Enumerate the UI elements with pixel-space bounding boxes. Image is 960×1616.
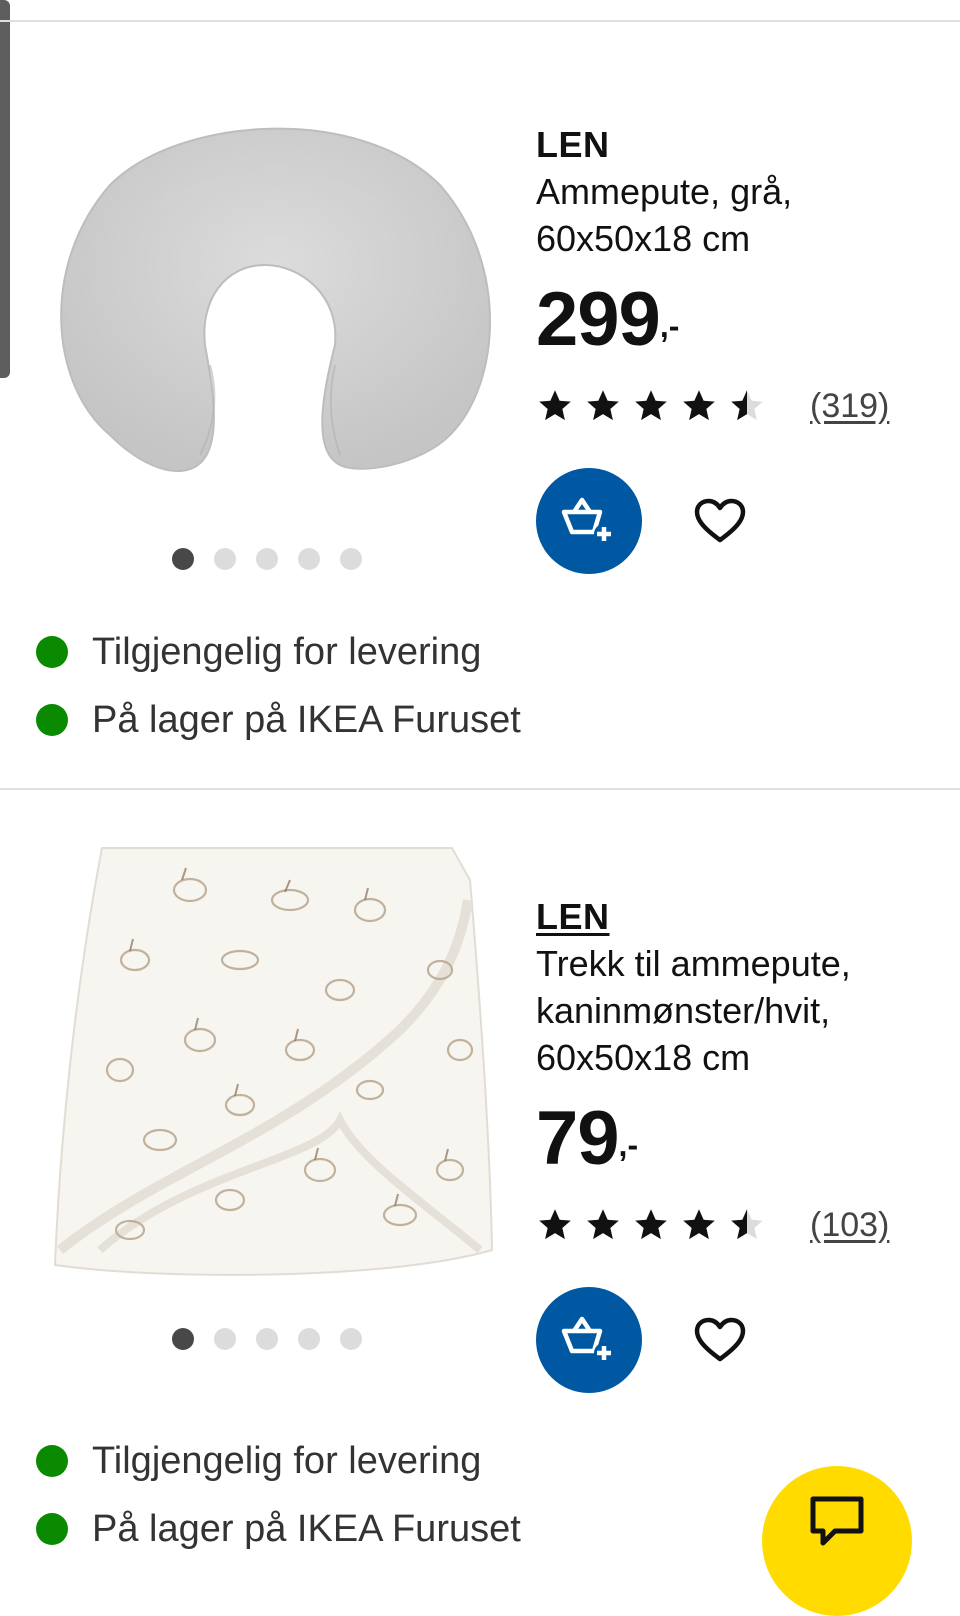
carousel-dot[interactable] [340,548,362,570]
price-value: 79 [536,1096,620,1181]
divider [0,20,960,22]
carousel-dot[interactable] [172,548,194,570]
availability-store: På lager på IKEA Furuset [36,1495,521,1563]
favourite-button[interactable] [690,1310,750,1370]
product-info: LEN Ammepute, grå, 60x50x18 cm 299,- (31… [536,122,936,574]
star-icon [635,1209,667,1240]
product-brand[interactable]: LEN [536,122,936,168]
half-star-icon [731,1209,763,1240]
image-carousel-dots[interactable] [172,1328,362,1350]
favourite-button[interactable] [690,491,750,551]
add-to-cart-button[interactable] [536,1287,642,1393]
scroll-indicator[interactable] [0,0,10,378]
availability-text: På lager på IKEA Furuset [92,1507,521,1550]
product-rating[interactable]: (103) [536,1205,936,1245]
product-price: 299,- [536,280,936,360]
carousel-dot[interactable] [214,1328,236,1350]
in-stock-dot-icon [36,636,68,668]
product-image-nursing-pillow[interactable] [40,95,500,515]
carousel-dot[interactable] [172,1328,194,1350]
carousel-dot[interactable] [256,548,278,570]
review-count-link[interactable]: (319) [810,387,889,426]
availability-delivery: Tilgjengelig for levering [36,618,521,686]
divider [0,788,960,790]
product-brand[interactable]: LEN [536,894,936,940]
carousel-dot[interactable] [298,548,320,570]
product-price: 79,- [536,1099,936,1179]
star-icon [683,390,715,421]
carousel-dot[interactable] [298,1328,320,1350]
star-icon [635,390,667,421]
availability-text: På lager på IKEA Furuset [92,698,521,741]
in-stock-dot-icon [36,1445,68,1477]
pillow-cover-image [53,847,494,1276]
price-suffix: ,- [659,308,680,344]
product-rating[interactable]: (319) [536,386,936,426]
rating-stars [536,1207,766,1243]
product-description[interactable]: Trekk til ammepute, kaninmønster/hvit, 6… [536,940,936,1081]
availability-list: Tilgjengelig for levering På lager på IK… [36,618,521,754]
rating-stars [536,388,766,424]
image-carousel-dots[interactable] [172,548,362,570]
in-stock-dot-icon [36,1513,68,1545]
heart-icon [694,1317,746,1362]
star-icon [539,390,571,421]
star-icon [587,1209,619,1240]
star-icon [587,390,619,421]
availability-text: Tilgjengelig for levering [92,1439,482,1482]
chat-button[interactable] [762,1466,912,1616]
add-to-cart-button[interactable] [536,468,642,574]
availability-list: Tilgjengelig for levering På lager på IK… [36,1427,521,1563]
availability-delivery: Tilgjengelig for levering [36,1427,521,1495]
star-icon [539,1209,571,1240]
price-value: 299 [536,277,661,362]
product-actions [536,1287,936,1393]
product-description[interactable]: Ammepute, grå, 60x50x18 cm [536,168,936,262]
availability-store: På lager på IKEA Furuset [36,686,521,754]
star-icon [683,1209,715,1240]
review-count-link[interactable]: (103) [810,1206,889,1245]
carousel-dot[interactable] [214,548,236,570]
product-actions [536,468,936,574]
chat-icon [810,1496,864,1546]
carousel-dot[interactable] [340,1328,362,1350]
product-image-pillow-cover[interactable] [40,840,500,1276]
add-to-cart-icon [561,497,614,544]
heart-icon [694,498,746,543]
nursing-pillow-image [60,127,491,472]
in-stock-dot-icon [36,704,68,736]
add-to-cart-icon [561,1316,614,1363]
availability-text: Tilgjengelig for levering [92,630,482,673]
product-info: LEN Trekk til ammepute, kaninmønster/hvi… [536,894,936,1393]
carousel-dot[interactable] [256,1328,278,1350]
price-suffix: ,- [618,1127,639,1163]
half-star-icon [731,390,763,421]
